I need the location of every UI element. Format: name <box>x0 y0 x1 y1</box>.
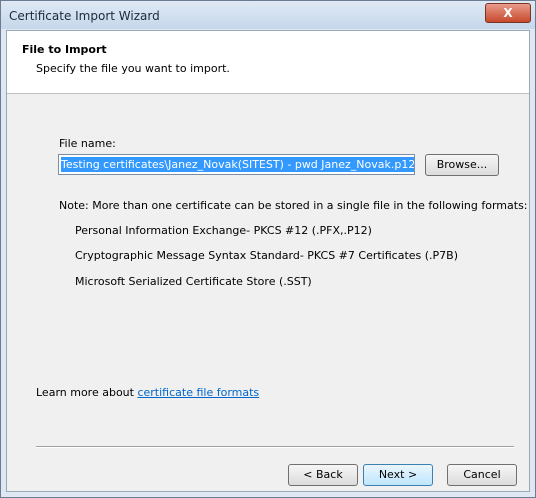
browse-button-label: Browse... <box>436 158 488 171</box>
browse-button[interactable]: Browse... <box>425 154 499 176</box>
certificate-file-formats-link[interactable]: certificate file formats <box>137 386 259 399</box>
close-button[interactable]: X <box>485 3 531 23</box>
learn-more-prefix: Learn more about <box>36 386 138 399</box>
learn-more-text: Learn more about certificate file format… <box>36 386 259 399</box>
window-title: Certificate Import Wizard <box>9 9 160 23</box>
format-item: Microsoft Serialized Certificate Store (… <box>75 275 312 288</box>
file-name-label: File name: <box>59 137 116 150</box>
page-subtitle: Specify the file you want to import. <box>36 62 230 75</box>
note-text: Note: More than one certificate can be s… <box>59 199 528 212</box>
close-icon: X <box>503 6 513 20</box>
file-name-value: Testing certificates\Janez_Novak(SITEST)… <box>61 157 415 172</box>
format-item: Personal Information Exchange- PKCS #12 … <box>75 224 372 237</box>
footer-separator <box>36 446 514 448</box>
title-bar[interactable]: Certificate Import Wizard X <box>1 1 535 29</box>
wizard-header: File to Import Specify the file you want… <box>7 31 529 94</box>
file-name-input[interactable]: Testing certificates\Janez_Novak(SITEST)… <box>58 154 415 175</box>
wizard-page: File to Import Specify the file you want… <box>6 30 530 492</box>
cancel-button-label: Cancel <box>463 468 501 481</box>
back-button[interactable]: < Back <box>288 464 358 486</box>
back-button-label: < Back <box>303 468 343 481</box>
cancel-button[interactable]: Cancel <box>447 464 517 486</box>
next-button[interactable]: Next > <box>363 464 433 486</box>
page-title: File to Import <box>22 43 107 56</box>
certificate-import-wizard-window: Certificate Import Wizard X File to Impo… <box>0 0 536 498</box>
next-button-label: Next > <box>378 468 418 481</box>
format-item: Cryptographic Message Syntax Standard- P… <box>75 249 459 262</box>
